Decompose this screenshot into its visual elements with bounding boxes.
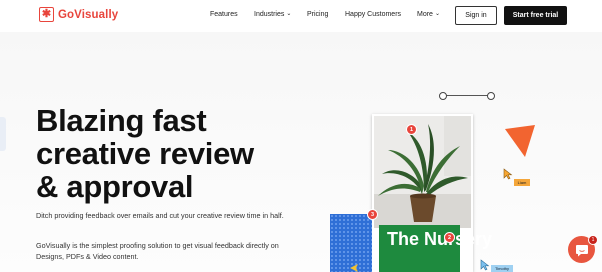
logo-asterisk-icon: ✱ (39, 7, 54, 22)
plant-photo (374, 116, 471, 228)
nav-industries[interactable]: Industries ⌄ (254, 11, 291, 18)
comment-pin[interactable]: 1 (406, 124, 417, 135)
yellow-arrow-icon (350, 264, 358, 272)
cursor-arrow-icon (480, 259, 490, 271)
logo-text: GoVisually (58, 8, 119, 21)
nav-pricing[interactable]: Pricing (307, 11, 328, 18)
sign-in-button[interactable]: Sign in (455, 6, 497, 25)
nav-happy-customers[interactable]: Happy Customers (345, 11, 401, 18)
comment-pin[interactable]: 2 (444, 232, 455, 243)
chat-notification-badge: 1 (588, 235, 598, 245)
nav-more[interactable]: More ⌄ (417, 11, 440, 18)
nav-more-label: More (417, 11, 433, 18)
top-header: ✱ GoVisually Features Industries ⌄ Pricin… (0, 0, 602, 32)
start-free-trial-button[interactable]: Start free trial (504, 6, 567, 25)
illustration-slider-knob (487, 92, 495, 100)
chevron-down-icon: ⌄ (286, 11, 292, 17)
plant-image (374, 116, 471, 228)
hero-subdescription: GoVisually is the simplest proofing solu… (36, 241, 279, 261)
hero-description: Ditch providing feedback over emails and… (36, 211, 284, 220)
cursor-name-tag: Timothy (491, 265, 513, 272)
hero-title: Blazing fast creative review & approval (36, 104, 286, 203)
hero-title-line: & approval (36, 169, 194, 204)
illustration-slider-knob (439, 92, 447, 100)
comment-pin[interactable]: 3 (367, 209, 378, 220)
orange-triangle-shape (505, 125, 535, 157)
chat-bubble-icon (575, 244, 588, 256)
nav-industries-label: Industries (254, 11, 285, 18)
logo[interactable]: ✱ GoVisually (39, 7, 118, 22)
hero-title-line: Blazing fast (36, 103, 207, 138)
nav-features[interactable]: Features (210, 11, 238, 18)
hero-title-line: creative review (36, 136, 254, 171)
illustration-slider-track (443, 95, 491, 96)
cursor-name-tag: Liam (514, 179, 530, 186)
chevron-down-icon: ⌄ (434, 11, 440, 17)
cursor-arrow-icon (503, 168, 513, 180)
side-edge-tab[interactable] (0, 117, 6, 151)
nursery-text: The Nursery (387, 229, 493, 249)
